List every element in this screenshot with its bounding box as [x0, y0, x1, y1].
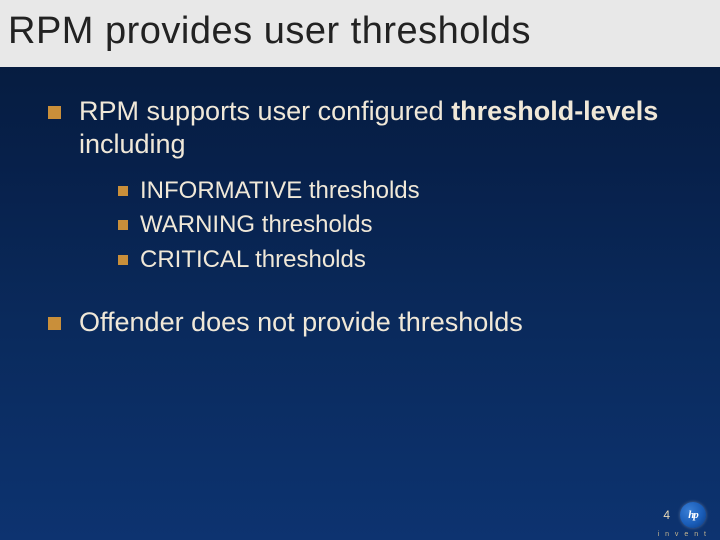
bullet-level2: INFORMATIVE thresholds: [118, 175, 680, 207]
text-post: including: [79, 129, 186, 159]
square-bullet-icon: [48, 106, 61, 119]
slide-body: RPM supports user configured threshold-l…: [0, 67, 720, 339]
page-number: 4: [663, 508, 670, 522]
slide-footer: 4 hp: [663, 502, 706, 528]
logo-tagline: i n v e n t: [658, 531, 708, 538]
bullet-text: RPM supports user configured threshold-l…: [79, 95, 680, 161]
square-bullet-icon: [118, 255, 128, 265]
bullet-level2: WARNING thresholds: [118, 209, 680, 241]
slide-title: RPM provides user thresholds: [0, 0, 720, 67]
bullet-text: CRITICAL thresholds: [140, 244, 366, 276]
text-bold: threshold-levels: [451, 96, 658, 126]
slide: RPM provides user thresholds RPM support…: [0, 0, 720, 540]
square-bullet-icon: [48, 317, 61, 330]
bullet-text: Offender does not provide thresholds: [79, 306, 680, 339]
bullet-text: INFORMATIVE thresholds: [140, 175, 420, 207]
bullet-level1: Offender does not provide thresholds: [48, 306, 680, 339]
square-bullet-icon: [118, 186, 128, 196]
square-bullet-icon: [118, 220, 128, 230]
logo-text: hp: [688, 509, 698, 521]
bullet-level1: RPM supports user configured threshold-l…: [48, 95, 680, 161]
sub-bullet-group: INFORMATIVE thresholds WARNING threshold…: [118, 175, 680, 276]
hp-logo-icon: hp: [680, 502, 706, 528]
bullet-text: WARNING thresholds: [140, 209, 373, 241]
text-pre: RPM supports user configured: [79, 96, 451, 126]
bullet-level2: CRITICAL thresholds: [118, 244, 680, 276]
